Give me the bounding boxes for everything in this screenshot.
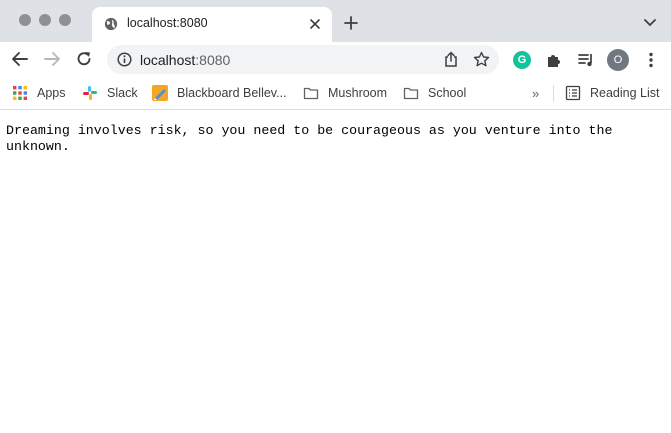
info-icon[interactable] xyxy=(117,52,132,67)
reload-icon[interactable] xyxy=(75,50,93,68)
reading-list-icon xyxy=(565,85,581,101)
minimize-window-button[interactable] xyxy=(39,14,51,26)
url-port: :8080 xyxy=(195,52,231,68)
profile-avatar[interactable]: O xyxy=(607,49,629,71)
bookmark-folder-mushroom[interactable]: Mushroom xyxy=(303,84,387,102)
more-bookmarks-button[interactable]: » xyxy=(532,86,539,101)
zoom-window-button[interactable] xyxy=(59,14,71,26)
bookmark-label: Slack xyxy=(107,86,138,100)
chevron-down-icon[interactable] xyxy=(643,18,657,28)
share-icon[interactable] xyxy=(443,51,459,68)
slack-icon xyxy=(83,86,97,100)
bookmark-label: Mushroom xyxy=(328,86,388,100)
folder-icon xyxy=(303,87,319,100)
bookmarks-divider xyxy=(553,85,554,102)
bookmark-apps[interactable]: Apps xyxy=(12,84,66,102)
close-icon[interactable] xyxy=(308,17,322,31)
media-control-icon[interactable] xyxy=(577,51,595,69)
tab-title: localhost:8080 xyxy=(127,16,208,30)
address-bar[interactable]: localhost:8080 xyxy=(107,45,499,74)
apps-grid-icon xyxy=(13,86,27,100)
toolbar: localhost:8080 G O xyxy=(0,42,671,77)
bookmark-label: School xyxy=(428,86,467,100)
bookmark-label: Blackboard Bellev... xyxy=(177,86,287,100)
folder-icon xyxy=(403,87,419,100)
url-host: localhost xyxy=(140,52,196,68)
close-window-button[interactable] xyxy=(19,14,31,26)
page-content: Dreaming involves risk, so you need to b… xyxy=(0,111,671,433)
page-text: Dreaming involves risk, so you need to b… xyxy=(6,123,613,154)
tab-localhost[interactable]: localhost:8080 xyxy=(92,7,332,42)
star-icon[interactable] xyxy=(473,51,490,68)
grammarly-extension-icon[interactable]: G xyxy=(513,51,531,69)
forward-arrow-icon[interactable] xyxy=(43,50,61,68)
bookmark-slack[interactable]: Slack xyxy=(82,84,138,102)
reading-list-button[interactable]: Reading List xyxy=(565,84,660,102)
reading-list-label: Reading List xyxy=(590,86,660,100)
url-text[interactable]: localhost:8080 xyxy=(140,52,230,68)
more-menu-icon[interactable] xyxy=(642,51,660,69)
extensions-puzzle-icon[interactable] xyxy=(545,51,563,69)
blackboard-icon xyxy=(152,85,168,101)
new-tab-button[interactable] xyxy=(343,15,359,31)
bookmark-label: Apps xyxy=(37,86,66,100)
bookmark-blackboard[interactable]: Blackboard Bellev... xyxy=(152,84,287,102)
tab-strip: localhost:8080 xyxy=(0,0,671,42)
bookmark-folder-school[interactable]: School xyxy=(403,84,466,102)
globe-icon xyxy=(104,17,118,31)
bookmarks-bar: Apps Slack Blackboard Bellev... Mushroom… xyxy=(0,77,671,110)
back-arrow-icon[interactable] xyxy=(11,50,29,68)
